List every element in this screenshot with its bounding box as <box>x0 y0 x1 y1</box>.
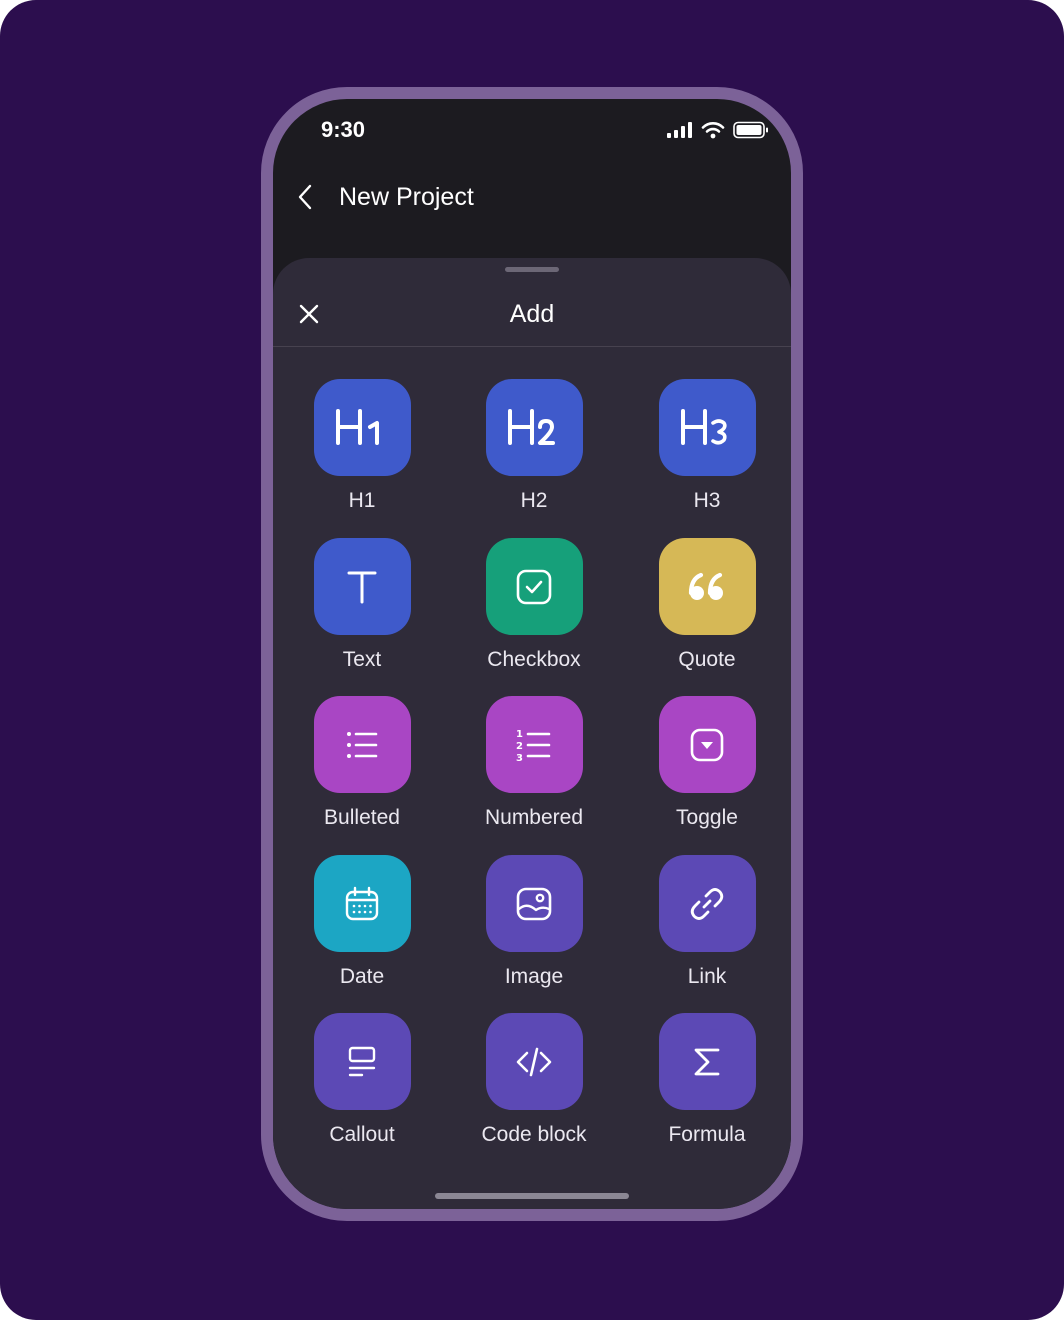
heading-3-icon <box>681 408 727 445</box>
page-title: New Project <box>339 182 474 211</box>
block-option-image[interactable]: Image <box>459 855 609 989</box>
block-label: Callout <box>329 1123 395 1146</box>
quote-tile-icon <box>658 538 756 635</box>
background-canvas: 9:30 New Project Add H1 H2 H3 Text Check… <box>0 0 1064 1320</box>
image-icon <box>516 887 552 920</box>
h2-tile-icon <box>485 379 583 476</box>
home-indicator[interactable] <box>435 1193 629 1199</box>
block-label: Formula <box>668 1123 746 1146</box>
sigma-icon <box>694 1048 720 1075</box>
sheet-header: Add <box>273 282 791 347</box>
callout-tile-icon <box>313 1013 411 1110</box>
date-tile-icon <box>313 855 411 952</box>
code-block-tile-icon <box>485 1013 583 1110</box>
block-label: Numbered <box>484 806 584 829</box>
phone-frame: 9:30 New Project Add H1 H2 H3 Text Check… <box>261 87 803 1221</box>
heading-2-icon <box>508 408 555 445</box>
calendar-icon <box>345 886 379 920</box>
image-tile-icon <box>485 855 583 952</box>
text-tile-icon <box>313 538 411 635</box>
block-option-toggle[interactable]: Toggle <box>632 696 782 830</box>
bulleted-list-icon <box>347 731 378 758</box>
quote-icon <box>688 572 723 600</box>
block-label: H3 <box>693 489 721 512</box>
h3-tile-icon <box>658 379 756 476</box>
toggle-icon <box>690 728 724 761</box>
block-label: Date <box>339 965 385 988</box>
block-option-h2[interactable]: H2 <box>459 379 609 513</box>
block-option-quote[interactable]: Quote <box>632 538 782 672</box>
battery-icon <box>733 121 768 139</box>
block-label: Checkbox <box>487 648 581 671</box>
block-option-formula[interactable]: Formula <box>632 1013 782 1147</box>
text-icon <box>347 571 377 603</box>
block-label: Link <box>687 965 727 988</box>
nav-bar: New Project <box>297 177 474 217</box>
sheet-grabber[interactable] <box>505 267 559 272</box>
block-label: H1 <box>348 489 376 512</box>
block-label: Bulleted <box>324 806 400 829</box>
block-label: Toggle <box>676 806 738 829</box>
block-option-date[interactable]: Date <box>287 855 437 989</box>
block-option-link[interactable]: Link <box>632 855 782 989</box>
block-option-bulleted[interactable]: Bulleted <box>287 696 437 830</box>
block-label: Text <box>342 648 382 671</box>
status-icons <box>667 121 769 139</box>
h1-tile-icon <box>313 379 411 476</box>
status-time: 9:30 <box>321 117 366 142</box>
checkbox-tile-icon <box>485 538 583 635</box>
numbered-tile-icon: 123 <box>485 696 583 793</box>
heading-1-icon <box>336 408 379 445</box>
back-button[interactable] <box>297 177 329 217</box>
block-label: H2 <box>520 489 548 512</box>
block-option-numbered[interactable]: 1 2 3 Numbered <box>459 696 609 830</box>
signal-icon <box>667 122 692 138</box>
sheet-title: Add <box>509 300 555 328</box>
svg-text:2: 2 <box>516 741 523 752</box>
block-option-checkbox[interactable]: Checkbox <box>459 538 609 672</box>
block-label: Image <box>504 965 564 988</box>
svg-text:3: 3 <box>516 753 523 764</box>
formula-tile-icon <box>658 1013 756 1110</box>
wifi-icon <box>701 122 725 139</box>
add-block-sheet: Add H1 H2 H3 Text Checkbox Quote Bulleted 1 2 3 Nu… <box>273 258 791 1209</box>
chevron-left-icon <box>298 184 312 210</box>
block-option-code-block[interactable]: Code block <box>459 1013 609 1147</box>
block-option-callout[interactable]: Callout <box>287 1013 437 1147</box>
numbered-list-icon: 123 <box>516 729 551 764</box>
block-option-h1[interactable]: H1 <box>287 379 437 513</box>
callout-icon <box>348 1046 376 1076</box>
checkbox-icon <box>516 569 552 604</box>
block-label: Quote <box>678 648 736 671</box>
block-option-h3[interactable]: H3 <box>632 379 782 513</box>
link-tile-icon <box>658 855 756 952</box>
code-icon <box>516 1047 552 1076</box>
bulleted-tile-icon <box>313 696 411 793</box>
toggle-tile-icon <box>658 696 756 793</box>
svg-text:1: 1 <box>516 729 523 740</box>
block-option-text[interactable]: Text <box>287 538 437 672</box>
block-label: Code block <box>481 1123 587 1146</box>
link-icon <box>690 887 724 920</box>
